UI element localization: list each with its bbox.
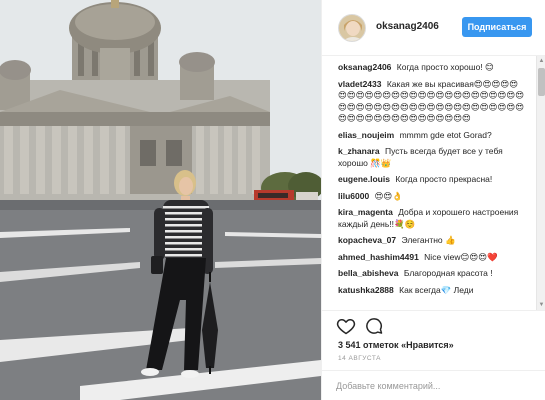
comment-username[interactable]: elias_noujeim	[338, 130, 394, 140]
comment-text: Благородная красота !	[403, 268, 493, 278]
comment-username[interactable]: lilu6000	[338, 191, 369, 201]
comment-item: k_zhanara Пусть всегда будет все у тебя …	[338, 146, 526, 169]
scrollbar-thumb[interactable]	[538, 68, 545, 96]
follow-button[interactable]: Подписаться	[462, 17, 532, 37]
scroll-down-arrow-icon[interactable]: ▼	[537, 300, 545, 310]
instagram-post: oksanag2406 Подписаться oksanag2406 Когд…	[0, 0, 545, 400]
comment-username[interactable]: kopacheva_07	[338, 235, 396, 245]
comment-item: kira_magenta Добра и хорошего настроения…	[338, 207, 526, 230]
comment-username[interactable]: oksanag2406	[338, 62, 391, 72]
comments-scrollbar[interactable]: ▲ ▼	[536, 56, 545, 310]
comment-username[interactable]: kira_magenta	[338, 207, 393, 217]
likes-summary[interactable]: 3 541 отметок «Нравится»	[338, 340, 454, 350]
likes-count: 3 541	[338, 340, 361, 350]
post-date: 14 АВГУСТА	[338, 355, 381, 362]
comment-username[interactable]: eugene.louis	[338, 174, 390, 184]
avatar[interactable]	[338, 14, 366, 42]
speech-bubble-icon	[366, 318, 383, 334]
comment-item: bella_abisheva Благородная красота !	[338, 268, 526, 280]
comment-text: 😍😍👌	[374, 190, 403, 201]
heart-icon	[336, 318, 356, 335]
comments-list[interactable]: oksanag2406 Когда просто хорошо! 😊 vlade…	[322, 56, 536, 310]
post-header: oksanag2406 Подписаться	[322, 0, 545, 56]
comment-username[interactable]: ahmed_hashim4491	[338, 252, 419, 262]
post-photo[interactable]	[0, 0, 321, 400]
comment-item: oksanag2406 Когда просто хорошо! 😊	[338, 62, 526, 74]
like-button[interactable]	[336, 316, 356, 336]
comment-item: lilu6000 😍😍👌	[338, 191, 526, 203]
avatar-image	[339, 15, 365, 41]
post-sidebar: oksanag2406 Подписаться oksanag2406 Когд…	[321, 0, 545, 400]
comment-item: eugene.louis Когда просто прекрасна!	[338, 174, 526, 186]
add-comment-input[interactable]	[336, 378, 526, 394]
post-author-username[interactable]: oksanag2406	[376, 21, 439, 32]
comment-text: Когда просто прекрасна!	[395, 174, 493, 184]
comment-text: Элегантно 👍	[401, 235, 456, 245]
comment-button[interactable]	[364, 316, 384, 336]
cathedral-photo	[0, 0, 321, 400]
comment-username[interactable]: katushka2888	[338, 285, 394, 295]
comment-username[interactable]: k_zhanara	[338, 146, 380, 156]
comment-item: ahmed_hashim4491 Nice view😊😍😍❤️	[338, 252, 526, 264]
comment-text: Nice view😊😍😍❤️	[424, 251, 498, 262]
comment-text: Как всегда💎 Леди	[399, 284, 474, 295]
post-actions	[322, 310, 545, 340]
likes-label: отметок «Нравится»	[363, 340, 454, 350]
comment-username[interactable]: bella_abisheva	[338, 268, 398, 278]
scroll-up-arrow-icon[interactable]: ▲	[537, 56, 545, 66]
comment-text: mmmm gde etot Gorad?	[399, 129, 492, 140]
comment-item: katushka2888 Как всегда💎 Леди	[338, 285, 526, 297]
comment-item: kopacheva_07 Элегантно 👍	[338, 235, 526, 247]
comment-item: vladet2433 Какая же вы красивая😍😍😍😍😍😍😍😍😍…	[338, 79, 526, 125]
comment-username[interactable]: vladet2433	[338, 79, 381, 89]
add-comment-section	[322, 370, 545, 400]
comment-item: elias_noujeim mmmm gde etot Gorad?	[338, 130, 526, 142]
comment-text: Когда просто хорошо! 😊	[396, 62, 494, 72]
